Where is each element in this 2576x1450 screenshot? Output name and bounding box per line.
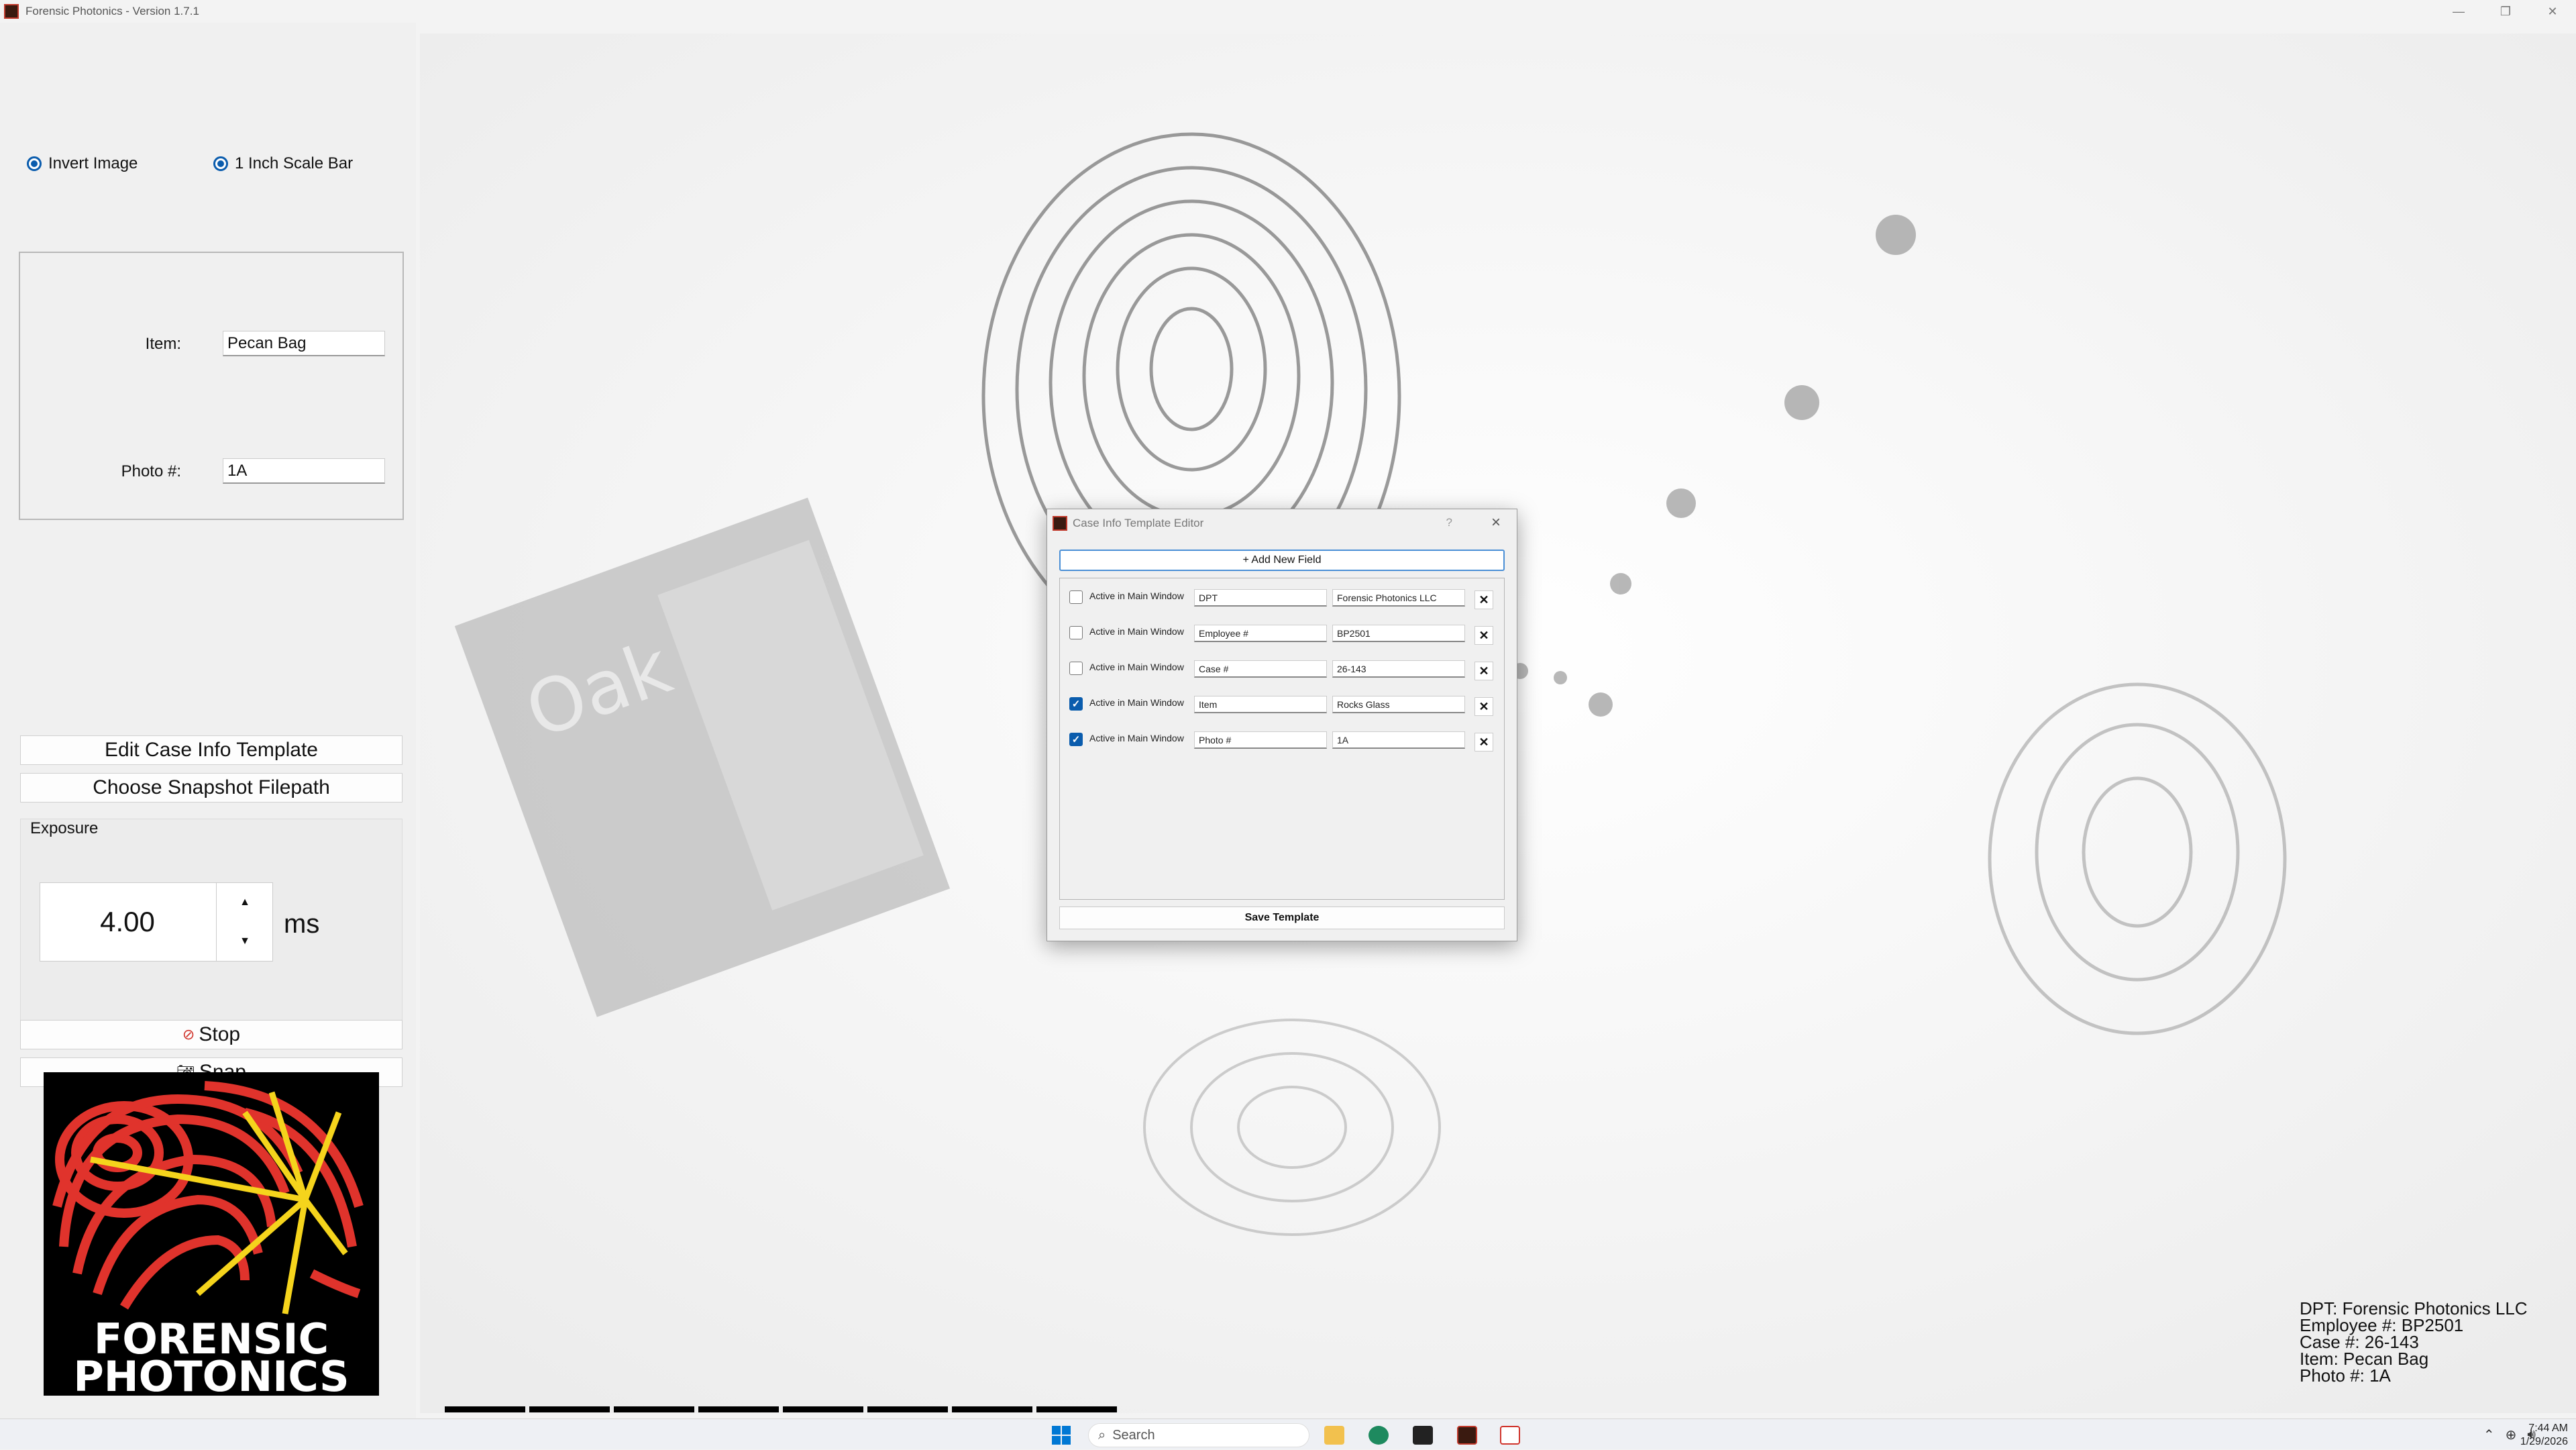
close-icon[interactable]: ✕ <box>2529 0 2576 23</box>
dialog-title: Case Info Template Editor <box>1073 517 1204 529</box>
scale-bar-segment <box>698 1406 779 1412</box>
scale-bar-radio[interactable] <box>213 156 228 171</box>
forensic-photonics-taskbar-icon[interactable] <box>1457 1426 1477 1445</box>
field-name-input[interactable]: Case # <box>1194 660 1327 678</box>
field-value-input[interactable]: Forensic Photonics LLC <box>1332 589 1465 607</box>
field-value-input[interactable]: 1A <box>1332 731 1465 749</box>
delete-field-icon[interactable]: ✕ <box>1474 626 1493 645</box>
spin-down-icon[interactable]: ▼ <box>217 922 273 961</box>
windows-start-icon[interactable] <box>1052 1426 1071 1445</box>
taskbar-search[interactable]: ⌕ Search <box>1088 1423 1309 1447</box>
exposure-spinbox[interactable]: 4.00 ▲ ▼ <box>40 882 273 962</box>
field-list: Active in Main Window DPT Forensic Photo… <box>1059 578 1505 900</box>
field-value-input[interactable]: BP2501 <box>1332 625 1465 642</box>
photo-input[interactable]: 1A <box>223 458 385 484</box>
delete-field-icon[interactable]: ✕ <box>1474 662 1493 680</box>
exposure-unit: ms <box>284 909 320 939</box>
active-label: Active in Main Window <box>1089 697 1184 708</box>
item-input[interactable]: Pecan Bag <box>223 331 385 356</box>
field-name-input[interactable]: Item <box>1194 696 1327 713</box>
field-row: ✓ Active in Main Window Photo # 1A ✕ <box>1060 726 1505 753</box>
active-label: Active in Main Window <box>1089 733 1184 743</box>
active-checkbox[interactable] <box>1069 590 1083 604</box>
photo-label: Photo #: <box>121 462 181 480</box>
active-label: Active in Main Window <box>1089 662 1184 672</box>
exposure-group: Exposure 4.00 ▲ ▼ ms <box>20 819 402 1032</box>
tray-chevron-icon[interactable]: ⌃ <box>2483 1427 2495 1443</box>
delete-field-icon[interactable]: ✕ <box>1474 733 1493 752</box>
case-info-overlay: DPT: Forensic Photonics LLC Employee #: … <box>2300 1300 2528 1384</box>
logo-text-line2: PHOTONICS <box>73 1352 350 1396</box>
app-icon <box>4 4 19 19</box>
dialog-app-icon <box>1053 516 1067 531</box>
snipping-tool-icon[interactable] <box>1500 1426 1520 1445</box>
active-label: Active in Main Window <box>1089 626 1184 637</box>
scale-bar-segment <box>783 1406 863 1412</box>
delete-field-icon[interactable]: ✕ <box>1474 697 1493 716</box>
file-explorer-icon[interactable] <box>1324 1426 1344 1445</box>
field-row: Active in Main Window Employee # BP2501 … <box>1060 619 1505 646</box>
spin-up-icon[interactable]: ▲ <box>217 883 273 922</box>
field-row: Active in Main Window DPT Forensic Photo… <box>1060 584 1505 611</box>
window-controls: — ❐ ✕ <box>2435 0 2576 23</box>
invert-image-option[interactable]: Invert Image <box>27 154 138 173</box>
scale-bar-segment <box>952 1406 1032 1412</box>
minimize-icon[interactable]: — <box>2435 0 2482 23</box>
active-checkbox[interactable] <box>1069 626 1083 639</box>
add-new-field-button[interactable]: + Add New Field <box>1059 550 1505 571</box>
delete-field-icon[interactable]: ✕ <box>1474 590 1493 609</box>
scale-bar-label: 1 Inch Scale Bar <box>235 154 354 172</box>
edit-case-template-button[interactable]: Edit Case Info Template <box>20 735 402 765</box>
search-icon: ⌕ <box>1098 1427 1106 1443</box>
clock-date: 1/29/2026 <box>2520 1436 2568 1447</box>
clock-time: 7:44 AM <box>2528 1422 2568 1434</box>
fingerprint-logo-graphic <box>52 1081 364 1314</box>
active-checkbox[interactable]: ✓ <box>1069 733 1083 746</box>
active-label: Active in Main Window <box>1089 590 1184 601</box>
window-title: Forensic Photonics - Version 1.7.1 <box>25 5 199 17</box>
title-bar: Forensic Photonics - Version 1.7.1 — ❐ ✕ <box>0 0 2576 23</box>
field-value-input[interactable]: 26-143 <box>1332 660 1465 678</box>
taskbar: ⌕ Search ⌃ ⊕ 🔊︎ 7:44 AM 1/29/2026 <box>0 1418 2576 1449</box>
scale-bar-segment <box>614 1406 694 1412</box>
terminal-icon[interactable] <box>1413 1426 1433 1445</box>
dialog-close-icon[interactable]: × <box>1491 513 1501 532</box>
case-info-template-editor-dialog: Case Info Template Editor ? × + Add New … <box>1046 509 1517 941</box>
edge-browser-icon[interactable] <box>1368 1426 1389 1445</box>
network-icon[interactable]: ⊕ <box>2506 1427 2517 1443</box>
scale-bar-segment <box>445 1406 525 1412</box>
stop-label: Stop <box>199 1023 241 1045</box>
active-checkbox[interactable] <box>1069 662 1083 675</box>
exposure-legend: Exposure <box>28 819 101 838</box>
field-row: ✓ Active in Main Window Item Rocks Glass… <box>1060 690 1505 717</box>
field-name-input[interactable]: Employee # <box>1194 625 1327 642</box>
forensic-photonics-logo: FORENSIC PHOTONICS <box>44 1072 379 1396</box>
scale-bar-segment <box>867 1406 948 1412</box>
invert-label: Invert Image <box>48 154 138 172</box>
field-name-input[interactable]: DPT <box>1194 589 1327 607</box>
save-template-button[interactable]: Save Template <box>1059 907 1505 929</box>
active-checkbox[interactable]: ✓ <box>1069 697 1083 711</box>
case-info-panel: Item: Pecan Bag Photo #: 1A <box>19 252 404 520</box>
overlay-line: Photo #: 1A <box>2300 1365 2391 1386</box>
restore-icon[interactable]: ❐ <box>2482 0 2529 23</box>
field-name-input[interactable]: Photo # <box>1194 731 1327 749</box>
stop-button[interactable]: ⊘ Stop <box>20 1020 402 1049</box>
taskbar-clock[interactable]: 7:44 AM 1/29/2026 <box>2520 1422 2568 1449</box>
exposure-value[interactable]: 4.00 <box>40 883 215 961</box>
scale-bar-segment <box>1036 1406 1117 1412</box>
field-row: Active in Main Window Case # 26-143 ✕ <box>1060 655 1505 682</box>
dialog-title-bar: Case Info Template Editor ? × <box>1047 509 1517 537</box>
scale-bar-option[interactable]: 1 Inch Scale Bar <box>213 154 353 173</box>
scale-bar-segment <box>529 1406 610 1412</box>
choose-filepath-button[interactable]: Choose Snapshot Filepath <box>20 773 402 802</box>
item-label: Item: <box>145 335 181 353</box>
invert-radio[interactable] <box>27 156 42 171</box>
search-placeholder: Search <box>1112 1427 1155 1443</box>
stop-icon: ⊘ <box>182 1026 195 1043</box>
field-value-input[interactable]: Rocks Glass <box>1332 696 1465 713</box>
help-icon[interactable]: ? <box>1446 516 1452 529</box>
